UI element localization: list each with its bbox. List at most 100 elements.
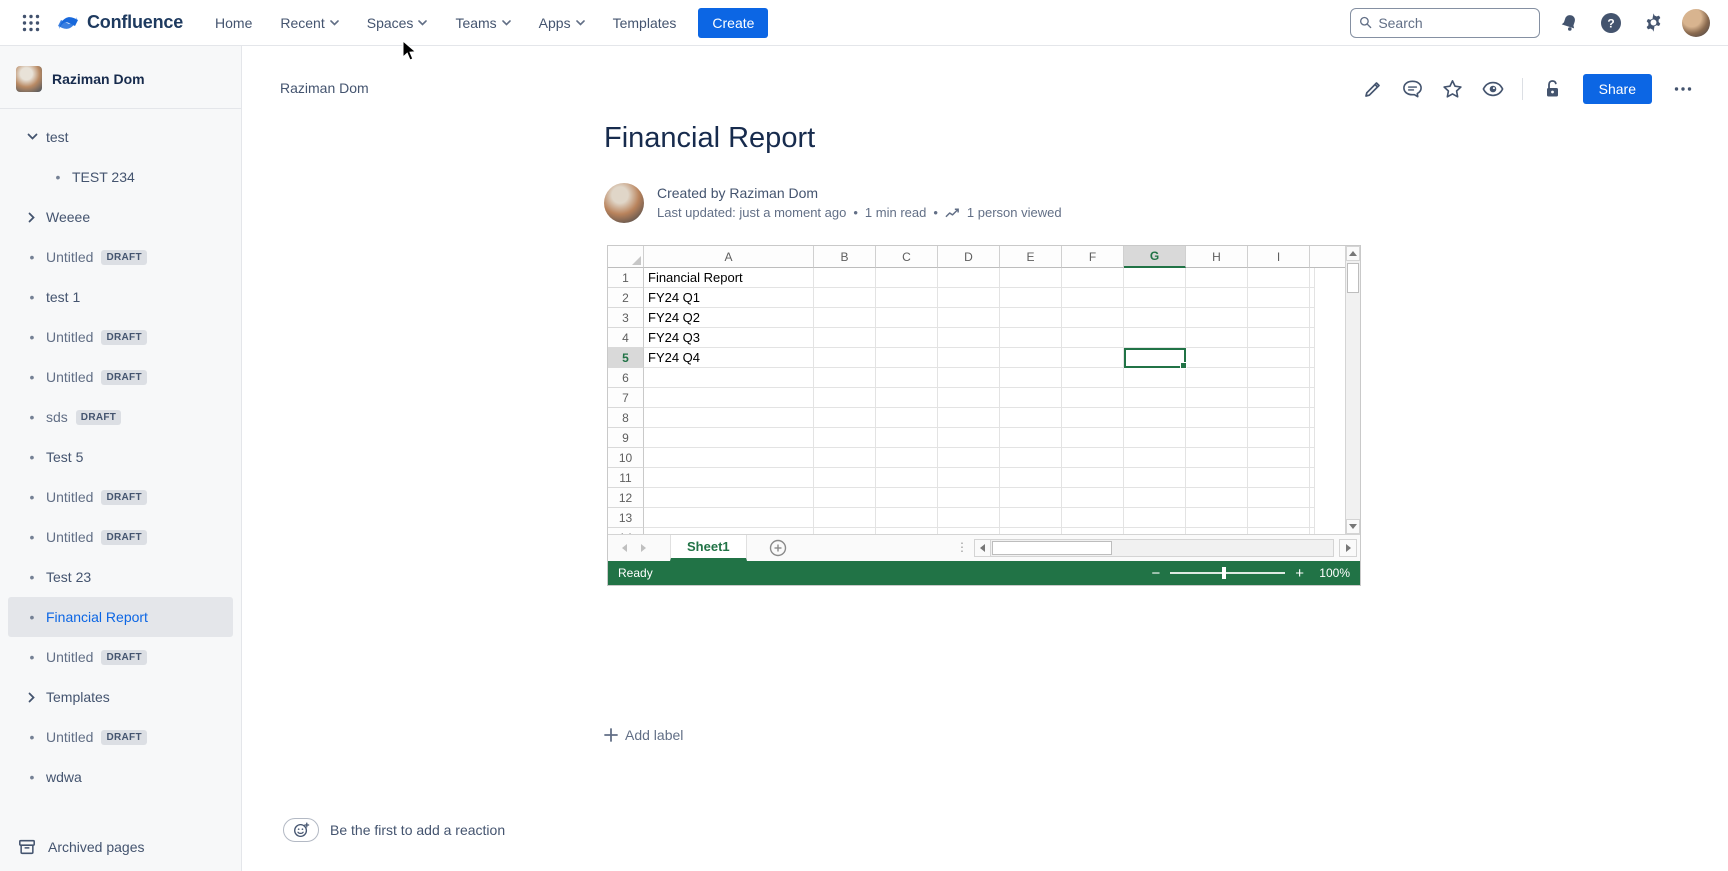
cell-E5[interactable]: [1000, 348, 1062, 368]
cell-C12[interactable]: [876, 488, 938, 508]
cell-D1[interactable]: [938, 268, 1000, 288]
cell-F8[interactable]: [1062, 408, 1124, 428]
sidebar-item-test-1[interactable]: •test 1: [8, 277, 233, 317]
cell-F1[interactable]: [1062, 268, 1124, 288]
space-header[interactable]: Raziman Dom: [0, 46, 241, 108]
cell-A9[interactable]: [644, 428, 814, 448]
nav-item-teams[interactable]: Teams: [455, 15, 510, 31]
cell-B3[interactable]: [814, 308, 876, 328]
comments-button[interactable]: [1398, 74, 1428, 104]
vertical-scrollbar[interactable]: [1345, 246, 1360, 534]
row-header-11[interactable]: 11: [608, 468, 644, 488]
cell-E10[interactable]: [1000, 448, 1062, 468]
cell-G11[interactable]: [1124, 468, 1186, 488]
row-header-7[interactable]: 7: [608, 388, 644, 408]
next-sheet-button[interactable]: [641, 544, 646, 552]
cell-E12[interactable]: [1000, 488, 1062, 508]
cell-D2[interactable]: [938, 288, 1000, 308]
cell-F11[interactable]: [1062, 468, 1124, 488]
nav-item-templates[interactable]: Templates: [613, 15, 677, 31]
cell-I10[interactable]: [1248, 448, 1310, 468]
cell-E1[interactable]: [1000, 268, 1062, 288]
column-header-H[interactable]: H: [1186, 246, 1248, 268]
cell-H10[interactable]: [1186, 448, 1248, 468]
help-button[interactable]: ?: [1598, 10, 1624, 36]
share-button[interactable]: Share: [1583, 74, 1652, 104]
cell-C5[interactable]: [876, 348, 938, 368]
row-header-13[interactable]: 13: [608, 508, 644, 528]
cell-I12[interactable]: [1248, 488, 1310, 508]
cell-B11[interactable]: [814, 468, 876, 488]
cell-C2[interactable]: [876, 288, 938, 308]
cell-F9[interactable]: [1062, 428, 1124, 448]
cell-B13[interactable]: [814, 508, 876, 528]
cell-D6[interactable]: [938, 368, 1000, 388]
cell-B7[interactable]: [814, 388, 876, 408]
cell-D10[interactable]: [938, 448, 1000, 468]
cell-D7[interactable]: [938, 388, 1000, 408]
cell-H4[interactable]: [1186, 328, 1248, 348]
cell-G7[interactable]: [1124, 388, 1186, 408]
sidebar-item-test-234[interactable]: •TEST 234: [8, 157, 233, 197]
cell-H6[interactable]: [1186, 368, 1248, 388]
cell-B5[interactable]: [814, 348, 876, 368]
search-box[interactable]: [1350, 8, 1540, 38]
cell-C6[interactable]: [876, 368, 938, 388]
cell-G10[interactable]: [1124, 448, 1186, 468]
row-header-1[interactable]: 1: [608, 268, 644, 288]
cell-G9[interactable]: [1124, 428, 1186, 448]
row-header-4[interactable]: 4: [608, 328, 644, 348]
cell-I7[interactable]: [1248, 388, 1310, 408]
cell-H8[interactable]: [1186, 408, 1248, 428]
row-header-2[interactable]: 2: [608, 288, 644, 308]
cell-A11[interactable]: [644, 468, 814, 488]
cell-D8[interactable]: [938, 408, 1000, 428]
last-updated[interactable]: Last updated: just a moment ago: [657, 205, 846, 220]
scroll-up-button[interactable]: [1346, 246, 1360, 261]
cell-G5[interactable]: [1124, 348, 1186, 368]
cell-A6[interactable]: [644, 368, 814, 388]
sidebar-item-templates[interactable]: Templates: [8, 677, 233, 717]
cell-E9[interactable]: [1000, 428, 1062, 448]
cell-I4[interactable]: [1248, 328, 1310, 348]
horizontal-scrollbar[interactable]: [974, 539, 1334, 557]
sidebar-item-test[interactable]: test: [8, 117, 233, 157]
cell-F6[interactable]: [1062, 368, 1124, 388]
cell-H11[interactable]: [1186, 468, 1248, 488]
cell-A13[interactable]: [644, 508, 814, 528]
cell-E13[interactable]: [1000, 508, 1062, 528]
cell-B10[interactable]: [814, 448, 876, 468]
cell-C3[interactable]: [876, 308, 938, 328]
edit-button[interactable]: [1358, 74, 1388, 104]
cell-I11[interactable]: [1248, 468, 1310, 488]
cell-C1[interactable]: [876, 268, 938, 288]
cell-C11[interactable]: [876, 468, 938, 488]
zoom-in-button[interactable]: +: [1295, 566, 1304, 581]
cell-I13[interactable]: [1248, 508, 1310, 528]
vertical-scroll-thumb[interactable]: [1347, 263, 1359, 293]
views-count[interactable]: 1 person viewed: [967, 205, 1062, 220]
cell-F3[interactable]: [1062, 308, 1124, 328]
column-header-G[interactable]: G: [1124, 246, 1186, 268]
row-header-9[interactable]: 9: [608, 428, 644, 448]
cell-A1[interactable]: Financial Report: [644, 268, 814, 288]
cell-H1[interactable]: [1186, 268, 1248, 288]
cell-E8[interactable]: [1000, 408, 1062, 428]
cell-A12[interactable]: [644, 488, 814, 508]
cell-C10[interactable]: [876, 448, 938, 468]
cell-C7[interactable]: [876, 388, 938, 408]
cell-C13[interactable]: [876, 508, 938, 528]
scroll-right-button[interactable]: [1339, 539, 1357, 557]
cell-B2[interactable]: [814, 288, 876, 308]
cell-B6[interactable]: [814, 368, 876, 388]
cell-H5[interactable]: [1186, 348, 1248, 368]
column-header-F[interactable]: F: [1062, 246, 1124, 268]
app-switcher-icon[interactable]: [18, 10, 44, 36]
sidebar-item-test-23[interactable]: •Test 23: [8, 557, 233, 597]
row-header-10[interactable]: 10: [608, 448, 644, 468]
sidebar-item-weeee[interactable]: Weeee: [8, 197, 233, 237]
horizontal-scroll-thumb[interactable]: [992, 541, 1112, 555]
cell-I1[interactable]: [1248, 268, 1310, 288]
cell-H12[interactable]: [1186, 488, 1248, 508]
select-all-corner[interactable]: [608, 246, 644, 268]
